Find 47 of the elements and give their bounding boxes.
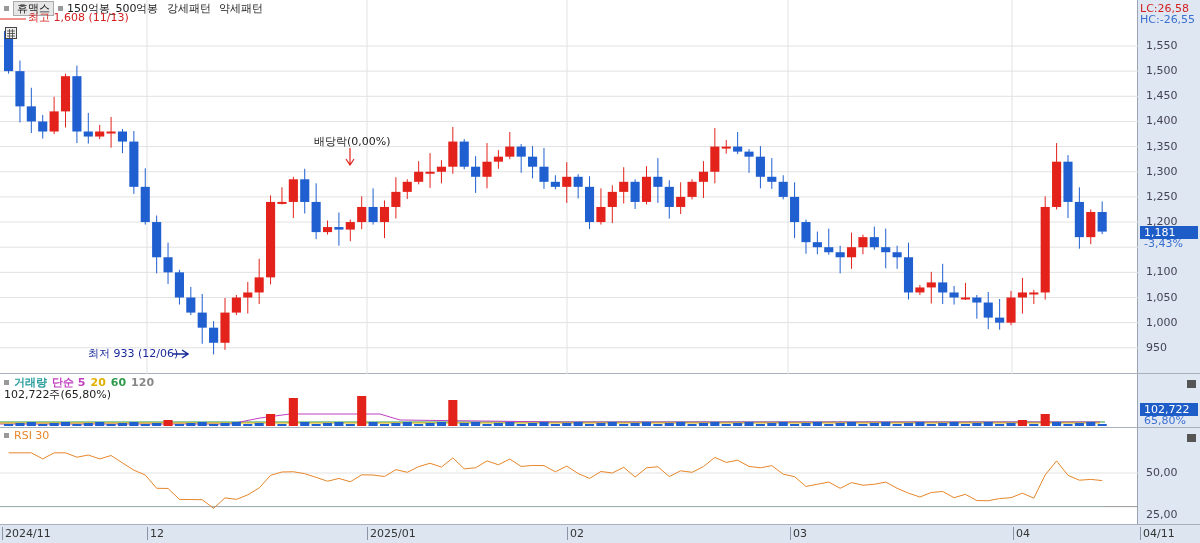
price-change: -3,43% <box>1144 238 1183 250</box>
rsi-title: RSI 30 <box>14 429 50 442</box>
close-button[interactable] <box>1187 380 1196 388</box>
volume-ratio: 65,80% <box>1144 415 1186 427</box>
pattern-legend: 약세패턴 <box>218 1 263 16</box>
price-axis-label: 950 <box>1146 340 1167 354</box>
price-axis-label: 1,050 <box>1146 290 1178 304</box>
close-button[interactable] <box>1187 434 1196 442</box>
lc-reading: LC:26,58 <box>1140 2 1189 15</box>
price-axis-label: 1,350 <box>1146 139 1178 153</box>
price-axis-label: 1,000 <box>1146 315 1178 329</box>
volume-legend-item: 120 <box>131 376 155 389</box>
bullet-icon <box>58 6 63 11</box>
volume-legend-item: 60 <box>110 376 127 389</box>
current-volume-badge: 102,722 <box>1140 403 1198 416</box>
bullet-icon <box>4 6 9 11</box>
rsi-axis-label: 25,00 <box>1146 508 1178 521</box>
price-axis-label: 1,250 <box>1146 189 1178 203</box>
price-axis-label: 1,100 <box>1146 265 1178 279</box>
date-axis-label: 2025/01 <box>367 527 416 540</box>
volume-legend-item: 단순 5 <box>52 375 86 390</box>
down-arrow-icon <box>345 148 355 166</box>
date-axis-label: 02 <box>567 527 584 540</box>
date-axis-label: 2024/11 <box>2 527 51 540</box>
price-axis-label: 1,550 <box>1146 39 1178 52</box>
price-axis-label: 1,200 <box>1146 215 1178 229</box>
bullet-icon <box>4 433 9 438</box>
date-axis-label: 12 <box>147 527 164 540</box>
volume-legend-item: 거래량 <box>14 375 47 390</box>
price-axis-label: 1,300 <box>1146 164 1178 178</box>
pattern-legend: 강세패턴 <box>166 1 211 16</box>
volume-reading: 102,722주(65,80%) <box>4 388 111 401</box>
price-axis-label: 1,450 <box>1146 89 1178 103</box>
rsi-axis-label: 50,00 <box>1146 466 1178 479</box>
price-axis-label: 1,400 <box>1146 114 1178 128</box>
bullet-icon <box>4 380 9 385</box>
event-annotation: 배당락(0,00%) <box>314 135 391 148</box>
volume-legend-item: 20 <box>90 376 106 389</box>
calculator-icon[interactable] <box>5 27 17 39</box>
price-axis-label: 1,500 <box>1146 64 1178 78</box>
date-axis-label: 04/11 <box>1140 527 1175 540</box>
marker-line <box>0 17 26 21</box>
current-price-badge: 1,181 <box>1140 226 1198 239</box>
low-price-marker: 최저 933 (12/06) <box>88 347 179 360</box>
hc-reading: HC:-26,55 <box>1140 13 1196 26</box>
date-axis-label: 04 <box>1013 527 1030 540</box>
date-axis-label: 03 <box>790 527 807 540</box>
